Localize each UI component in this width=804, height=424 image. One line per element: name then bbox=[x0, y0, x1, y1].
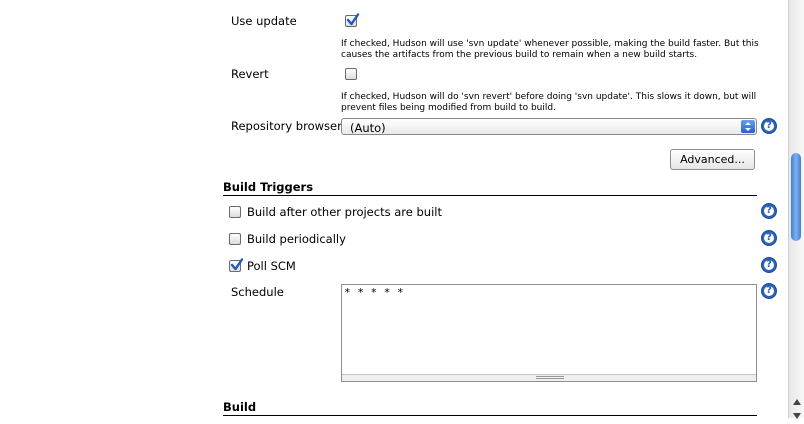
build-after-other-projects-checkbox[interactable] bbox=[229, 206, 241, 218]
revert-label: Revert bbox=[231, 67, 269, 81]
advanced-button[interactable]: Advanced... bbox=[670, 149, 755, 170]
schedule-textarea[interactable]: * * * * * bbox=[341, 284, 757, 382]
build-triggers-title: Build Triggers bbox=[223, 180, 314, 194]
build-divider bbox=[223, 415, 757, 416]
help-glyph: ? bbox=[766, 120, 772, 131]
revert-description-line2: prevent files being modified from build … bbox=[341, 103, 556, 113]
help-glyph: ? bbox=[766, 232, 772, 243]
select-arrows-icon bbox=[741, 120, 755, 133]
build-after-other-projects-help-icon[interactable]: ? bbox=[761, 203, 777, 219]
checkmark-icon bbox=[230, 258, 244, 271]
build-periodically-checkbox[interactable] bbox=[229, 233, 241, 245]
grip-line-icon bbox=[536, 376, 564, 377]
checkmark-icon bbox=[346, 13, 360, 26]
use-update-checkbox[interactable] bbox=[345, 13, 360, 27]
poll-scm-label: Poll SCM bbox=[247, 259, 296, 273]
revert-checkbox[interactable] bbox=[345, 68, 357, 80]
scroll-down-arrow-icon[interactable] bbox=[792, 405, 802, 424]
schedule-help-icon[interactable]: ? bbox=[761, 283, 777, 299]
use-update-description: If checked, Hudson will use 'svn update'… bbox=[341, 39, 759, 61]
repository-browser-help-icon[interactable]: ? bbox=[761, 118, 777, 134]
help-glyph: ? bbox=[766, 285, 772, 296]
use-update-description-line1: If checked, Hudson will use 'svn update'… bbox=[341, 39, 759, 49]
repository-browser-selected: (Auto) bbox=[350, 121, 386, 135]
build-title: Build bbox=[223, 400, 257, 414]
schedule-label: Schedule bbox=[231, 285, 284, 299]
repository-browser-label: Repository browser bbox=[231, 119, 342, 133]
repository-browser-select[interactable]: (Auto) bbox=[341, 118, 757, 135]
build-after-other-projects-label: Build after other projects are built bbox=[247, 205, 442, 219]
help-glyph: ? bbox=[766, 205, 772, 216]
poll-scm-checkbox[interactable] bbox=[229, 258, 244, 272]
scrollbar-thumb[interactable] bbox=[791, 153, 801, 241]
build-triggers-divider bbox=[223, 195, 757, 196]
vertical-scrollbar[interactable] bbox=[788, 0, 804, 419]
revert-description: If checked, Hudson will do 'svn revert' … bbox=[341, 92, 756, 114]
use-update-description-line2: causes the artifacts from the previous b… bbox=[341, 50, 698, 60]
poll-scm-help-icon[interactable]: ? bbox=[761, 257, 777, 273]
revert-description-line1: If checked, Hudson will do 'svn revert' … bbox=[341, 92, 757, 102]
help-glyph: ? bbox=[766, 259, 772, 270]
schedule-value: * * * * * bbox=[344, 286, 404, 299]
grip-line-icon bbox=[536, 378, 564, 379]
textarea-resize-handle[interactable] bbox=[342, 374, 756, 381]
build-periodically-help-icon[interactable]: ? bbox=[761, 230, 777, 246]
use-update-label: Use update bbox=[231, 14, 297, 28]
build-periodically-label: Build periodically bbox=[247, 232, 346, 246]
